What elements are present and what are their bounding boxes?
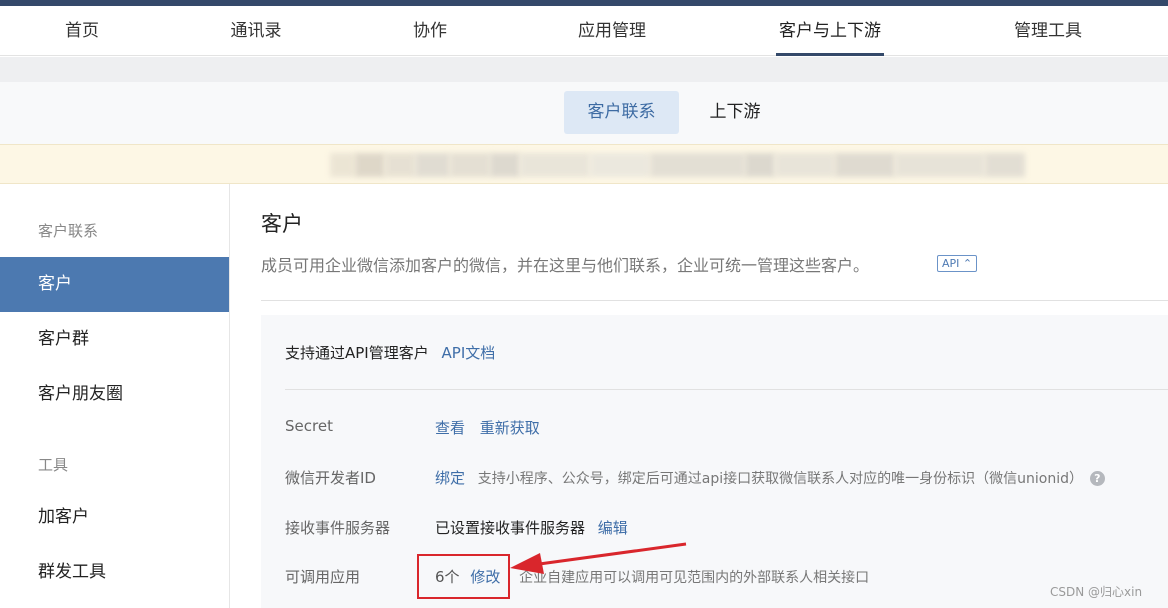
sidebar-item-add-customer[interactable]: 加客户: [0, 490, 229, 545]
tab-customer-contact[interactable]: 客户联系: [564, 91, 679, 134]
page-title: 客户: [261, 212, 303, 236]
blurred-content: [415, 153, 450, 177]
top-nav: 首页 通讯录 协作 应用管理 客户与上下游 管理工具: [0, 6, 1168, 56]
sidebar-group-title-customer-contact: 客户联系: [38, 222, 99, 240]
refresh-secret-link[interactable]: 重新获取: [480, 419, 540, 437]
callable-apps-label: 可调用应用: [285, 568, 361, 586]
panel-divider: [285, 389, 1168, 390]
api-docs-link[interactable]: API文档: [442, 344, 496, 362]
blurred-content: [330, 153, 355, 177]
help-icon[interactable]: ?: [1089, 471, 1105, 486]
blurred-content: [385, 153, 415, 177]
bind-link[interactable]: 绑定: [435, 469, 465, 487]
edit-event-server-link[interactable]: 编辑: [598, 519, 628, 537]
tab-upstream-downstream[interactable]: 上下游: [690, 91, 780, 134]
nav-customers-upstream[interactable]: 客户与上下游: [776, 6, 884, 56]
event-server-label: 接收事件服务器: [285, 519, 391, 537]
event-server-value: 已设置接收事件服务器 编辑: [435, 517, 628, 538]
api-panel: 支持通过API管理客户 API文档 Secret 查看 重新获取 微信开发者ID…: [261, 315, 1168, 608]
wechat-dev-id-value: 绑定 支持小程序、公众号，绑定后可通过api接口获取微信联系人对应的唯一身份标识…: [435, 467, 1105, 488]
event-server-status: 已设置接收事件服务器: [435, 519, 586, 537]
sidebar-item-customers[interactable]: 客户: [0, 257, 229, 312]
header-spacer: [0, 57, 1168, 82]
blurred-content: [450, 153, 490, 177]
sidebar-item-broadcast-tool[interactable]: 群发工具: [0, 545, 229, 600]
blurred-content: [590, 153, 650, 177]
api-panel-header: 支持通过API管理客户 API文档: [285, 342, 495, 363]
annotation-highlight-box: [417, 554, 510, 599]
sidebar-item-customer-moments[interactable]: 客户朋友圈: [0, 367, 229, 422]
blurred-content: [985, 153, 1025, 177]
annotation-arrow-icon: [510, 542, 687, 574]
watermark: CSDN @归心xin: [1050, 585, 1143, 599]
blurred-content: [895, 153, 985, 177]
nav-collaboration[interactable]: 协作: [410, 6, 450, 56]
secret-value: 查看 重新获取: [435, 417, 540, 438]
wechat-dev-id-label: 微信开发者ID: [285, 469, 376, 487]
api-panel-header-text: 支持通过API管理客户: [285, 344, 429, 362]
divider: [261, 300, 1168, 301]
blurred-content: [745, 153, 775, 177]
nav-home[interactable]: 首页: [60, 6, 104, 56]
secret-label: Secret: [285, 417, 333, 435]
blurred-content: [520, 153, 590, 177]
sidebar-group-title-tools: 工具: [38, 456, 69, 474]
blurred-content: [835, 153, 895, 177]
blurred-content: [775, 153, 835, 177]
api-badge[interactable]: API ⌃: [937, 255, 978, 272]
sub-tabs: 客户联系 上下游: [0, 82, 1168, 144]
blurred-content: [355, 153, 385, 177]
nav-app-management[interactable]: 应用管理: [576, 6, 648, 56]
sidebar-item-customer-groups[interactable]: 客户群: [0, 312, 229, 367]
notice-banner-blurred: [0, 144, 1168, 184]
blurred-content: [650, 153, 745, 177]
nav-management-tools[interactable]: 管理工具: [1012, 6, 1084, 56]
nav-contacts[interactable]: 通讯录: [228, 6, 284, 56]
blurred-content: [490, 153, 520, 177]
view-secret-link[interactable]: 查看: [435, 419, 465, 437]
sidebar: 客户联系 客户 客户群 客户朋友圈 工具 加客户 群发工具: [0, 184, 230, 608]
wechat-dev-id-hint: 支持小程序、公众号，绑定后可通过api接口获取微信联系人对应的唯一身份标识（微信…: [477, 471, 1084, 487]
page-description: 成员可用企业微信添加客户的微信，并在这里与他们联系，企业可统一管理这些客户。: [261, 256, 870, 275]
